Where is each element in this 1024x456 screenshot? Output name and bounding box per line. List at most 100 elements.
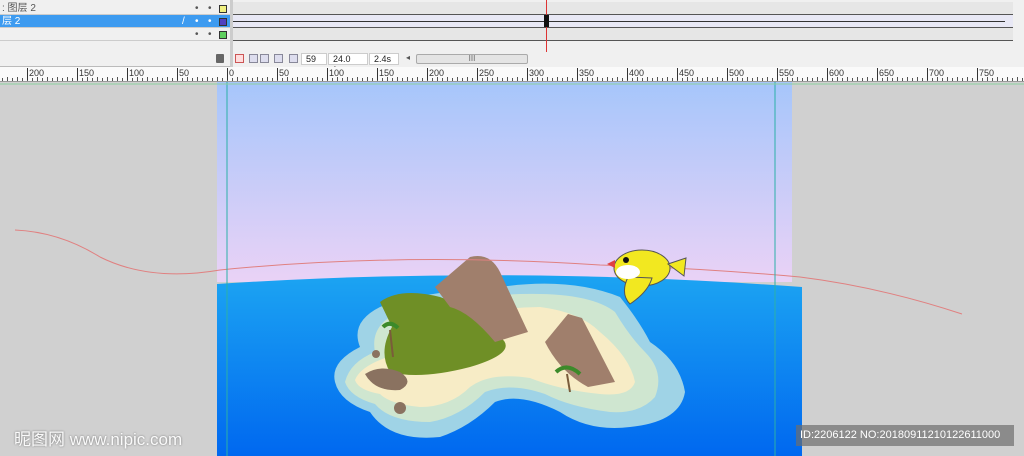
ruler-tick — [97, 77, 98, 81]
ruler-tick — [47, 77, 48, 81]
ruler-tick — [162, 78, 163, 81]
ruler-tick — [562, 78, 563, 81]
frame-rate[interactable]: 24.0 fps — [328, 53, 368, 75]
ruler-tick — [657, 77, 658, 81]
ruler-tick — [272, 78, 273, 81]
ruler-label: 200 — [27, 68, 45, 80]
ruler-tick — [797, 77, 798, 81]
ruler-tick — [267, 77, 268, 81]
ruler-tick — [947, 77, 948, 81]
ruler-tick — [22, 78, 23, 81]
ruler-tick — [397, 77, 398, 81]
ruler-label: 200 — [427, 68, 445, 80]
elapsed-time: 2.4s — [369, 53, 399, 65]
ruler-tick — [312, 78, 313, 81]
ruler-tick — [12, 78, 13, 81]
ruler-tick — [762, 78, 763, 81]
ruler-label: 350 — [577, 68, 595, 80]
ruler-tick — [707, 77, 708, 81]
ruler-tick — [622, 78, 623, 81]
ruler-tick — [402, 78, 403, 81]
watermark-logo: 昵图网 www.nipic.com — [14, 430, 183, 449]
ruler-tick — [117, 77, 118, 81]
visibility-toggle[interactable]: • — [195, 2, 199, 15]
ruler-tick — [572, 78, 573, 81]
scroll-left-icon[interactable]: ◂ — [406, 53, 410, 62]
outline-color-icon[interactable] — [219, 18, 227, 26]
stage[interactable] — [0, 82, 1024, 456]
ruler-tick — [347, 77, 348, 81]
ruler-tick — [122, 78, 123, 81]
lock-toggle[interactable]: • — [208, 15, 212, 28]
watermark-id: ID:2206122 NO:20180911210122611000 — [796, 425, 1014, 446]
ruler-tick — [1012, 78, 1013, 81]
ruler-tick — [357, 77, 358, 81]
outline-color-icon[interactable] — [219, 31, 227, 39]
ruler-tick — [72, 78, 73, 81]
frame-row[interactable] — [233, 2, 1013, 15]
ruler-tick — [212, 78, 213, 81]
ruler-label: 300 — [527, 68, 545, 80]
outline-color-icon[interactable] — [219, 5, 227, 13]
ruler-tick — [107, 77, 108, 81]
visibility-toggle[interactable]: • — [195, 15, 199, 28]
ruler-tick — [672, 78, 673, 81]
ruler-tick — [62, 78, 63, 81]
ruler-tick — [207, 77, 208, 81]
layer-row[interactable]: : 图层 2 • • — [0, 2, 230, 15]
ruler-label: 450 — [677, 68, 695, 80]
ruler-tick — [2, 78, 3, 81]
layer-row[interactable]: • • — [0, 28, 230, 41]
ruler-tick — [522, 78, 523, 81]
frame-row[interactable] — [233, 15, 1013, 28]
ruler-tick — [222, 78, 223, 81]
ruler-tick — [922, 78, 923, 81]
pencil-icon: / — [182, 16, 185, 27]
lock-toggle[interactable]: • — [208, 28, 212, 41]
ruler-tick — [812, 78, 813, 81]
frame-row[interactable] — [233, 28, 1013, 41]
ruler-tick — [872, 78, 873, 81]
horizontal-ruler: 200 150 100 50 0 50 100 150 200 250 300 350 400 450 50… — [0, 67, 1024, 82]
ruler-label: 50 — [177, 68, 190, 80]
layer-row[interactable]: 层 2 / • • — [0, 15, 230, 28]
ruler-tick — [502, 78, 503, 81]
ruler-tick — [237, 77, 238, 81]
ruler-tick — [857, 77, 858, 81]
ruler-tick — [247, 77, 248, 81]
ruler-tick — [197, 77, 198, 81]
ruler-tick — [407, 77, 408, 81]
onion-outline-icon[interactable] — [260, 54, 269, 63]
visibility-toggle[interactable]: • — [195, 28, 199, 41]
ruler-tick — [472, 78, 473, 81]
ruler-tick — [452, 78, 453, 81]
onion-skin-icon[interactable] — [249, 54, 258, 63]
ruler-tick — [912, 78, 913, 81]
lock-toggle[interactable]: • — [208, 2, 212, 15]
timeline-scrollbar[interactable]: III — [416, 54, 528, 64]
center-frame-icon[interactable] — [235, 54, 244, 63]
edit-multiple-frames-icon[interactable] — [274, 54, 283, 63]
ruler-tick — [702, 78, 703, 81]
ruler-tick — [167, 77, 168, 81]
onion-markers-icon[interactable] — [289, 54, 298, 63]
ruler-tick — [322, 78, 323, 81]
ruler-tick — [307, 77, 308, 81]
ruler-tick — [767, 77, 768, 81]
ruler-tick — [302, 78, 303, 81]
ruler-tick — [772, 78, 773, 81]
ruler-tick — [367, 77, 368, 81]
ruler-tick — [352, 78, 353, 81]
ruler-tick — [517, 77, 518, 81]
ruler-tick — [957, 77, 958, 81]
ruler-tick — [252, 78, 253, 81]
ruler-tick — [512, 78, 513, 81]
ruler-tick — [447, 77, 448, 81]
ruler-tick — [917, 77, 918, 81]
ruler-tick — [747, 77, 748, 81]
ruler-tick — [902, 78, 903, 81]
trash-icon[interactable] — [216, 54, 224, 63]
ruler-tick — [972, 78, 973, 81]
ruler-tick — [152, 78, 153, 81]
ruler-tick — [157, 77, 158, 81]
